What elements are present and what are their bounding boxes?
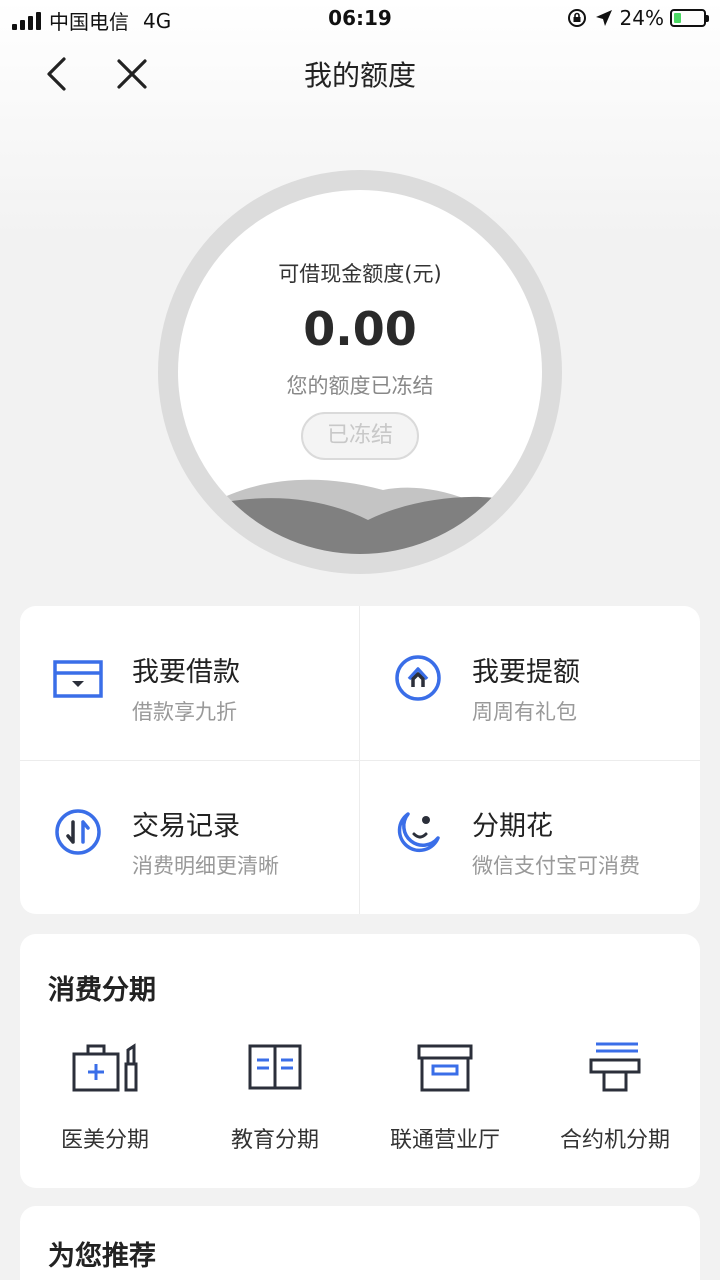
credit-amount: 0.00 (303, 302, 417, 356)
unicom-box-icon (417, 1044, 473, 1092)
loan-card-icon (53, 660, 103, 698)
contract-phone-icon (589, 1042, 641, 1092)
nav-bar: 我的额度 (0, 40, 720, 106)
installment-label: 联通营业厅 (389, 1128, 500, 1153)
action-raise-limit[interactable]: 我要提额 周周有礼包 (360, 606, 700, 760)
battery-percent: 24% (619, 6, 664, 30)
credit-dial: 可借现金额度(元) 0.00 您的额度已冻结 已冻结 (158, 170, 562, 574)
installment-label: 合约机分期 (559, 1128, 670, 1153)
action-subtitle: 周周有礼包 (472, 700, 577, 724)
quick-actions-card: 我要借款 借款享九折 我要提额 周周有礼包 交易记录 消费明细更清晰 分期花 微… (20, 606, 700, 914)
installment-contract-phone[interactable]: 合约机分期 (530, 1042, 700, 1162)
credit-dial-face: 可借现金额度(元) 0.00 您的额度已冻结 已冻结 (178, 190, 542, 554)
action-title: 我要提额 (472, 657, 580, 688)
recommend-card: 为您推荐 (20, 1206, 700, 1280)
installment-label: 教育分期 (230, 1128, 319, 1153)
installment-label: 医美分期 (60, 1128, 149, 1153)
rotation-lock-icon (567, 9, 586, 27)
action-subtitle: 借款享九折 (132, 700, 237, 724)
transaction-record-icon (55, 809, 101, 855)
credit-label: 可借现金额度(元) (278, 262, 442, 286)
installment-education[interactable]: 教育分期 (190, 1042, 360, 1162)
battery-icon (670, 9, 709, 27)
section-title: 消费分期 (48, 975, 156, 1006)
location-arrow-icon (595, 10, 612, 26)
action-title: 分期花 (472, 811, 553, 842)
action-loan[interactable]: 我要借款 借款享九折 (20, 606, 360, 760)
status-bar: 中国电信 4G 06:19 24% (0, 0, 720, 36)
installment-medical-beauty[interactable]: 医美分期 (20, 1042, 190, 1162)
installment-moon-icon (397, 812, 440, 853)
credit-status: 您的额度已冻结 (286, 374, 434, 398)
action-subtitle: 微信支付宝可消费 (472, 854, 640, 878)
action-transactions[interactable]: 交易记录 消费明细更清晰 (20, 760, 360, 914)
wave-decoration (198, 479, 508, 554)
action-title: 交易记录 (132, 811, 240, 842)
action-installment-spend[interactable]: 分期花 微信支付宝可消费 (360, 760, 700, 914)
installment-unicom-store[interactable]: 联通营业厅 (360, 1042, 530, 1162)
action-title: 我要借款 (132, 657, 240, 688)
education-book-icon (248, 1044, 302, 1090)
action-subtitle: 消费明细更清晰 (132, 854, 279, 878)
raise-limit-icon (395, 655, 441, 701)
medical-beauty-icon (72, 1043, 138, 1092)
installments-card: 消费分期 医美分期 教育分期 联通营业厅 合约机分期 (20, 934, 700, 1188)
page-title: 我的额度 (303, 59, 416, 92)
section-title: 为您推荐 (48, 1241, 156, 1272)
